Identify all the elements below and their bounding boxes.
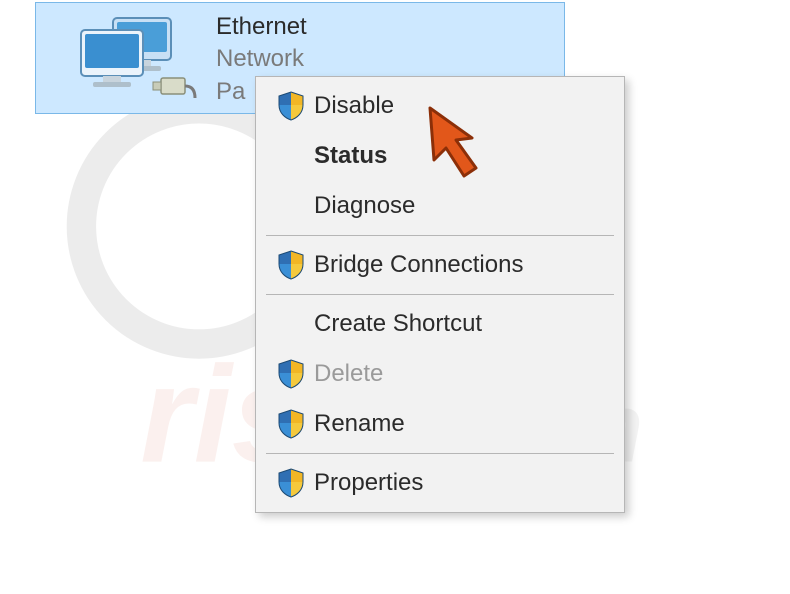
shield-icon <box>268 468 314 498</box>
adapter-network-label: Network <box>216 43 307 75</box>
menu-item-label: Rename <box>314 410 405 438</box>
menu-item-create-shortcut[interactable]: Create Shortcut <box>258 299 622 349</box>
menu-item-status[interactable]: Status <box>258 131 622 181</box>
menu-item-properties[interactable]: Properties <box>258 458 622 508</box>
context-menu: Disable Status Diagnose Bridge Connectio… <box>255 76 625 513</box>
menu-item-label: Create Shortcut <box>314 310 482 338</box>
menu-item-bridge-connections[interactable]: Bridge Connections <box>258 240 622 290</box>
menu-separator <box>266 235 614 236</box>
menu-separator <box>266 453 614 454</box>
menu-item-label: Bridge Connections <box>314 251 523 279</box>
menu-item-label: Disable <box>314 92 394 120</box>
ethernet-adapter-icon <box>46 9 216 109</box>
menu-item-disable[interactable]: Disable <box>258 81 622 131</box>
menu-item-label: Properties <box>314 469 423 497</box>
menu-item-rename[interactable]: Rename <box>258 399 622 449</box>
menu-item-label: Diagnose <box>314 192 415 220</box>
menu-separator <box>266 294 614 295</box>
shield-icon <box>268 359 314 389</box>
adapter-name: Ethernet <box>216 11 307 43</box>
shield-icon <box>268 250 314 280</box>
menu-item-label: Status <box>314 142 387 170</box>
shield-icon <box>268 409 314 439</box>
menu-item-label: Delete <box>314 360 383 388</box>
shield-icon <box>268 91 314 121</box>
menu-item-delete: Delete <box>258 349 622 399</box>
menu-item-diagnose[interactable]: Diagnose <box>258 181 622 231</box>
